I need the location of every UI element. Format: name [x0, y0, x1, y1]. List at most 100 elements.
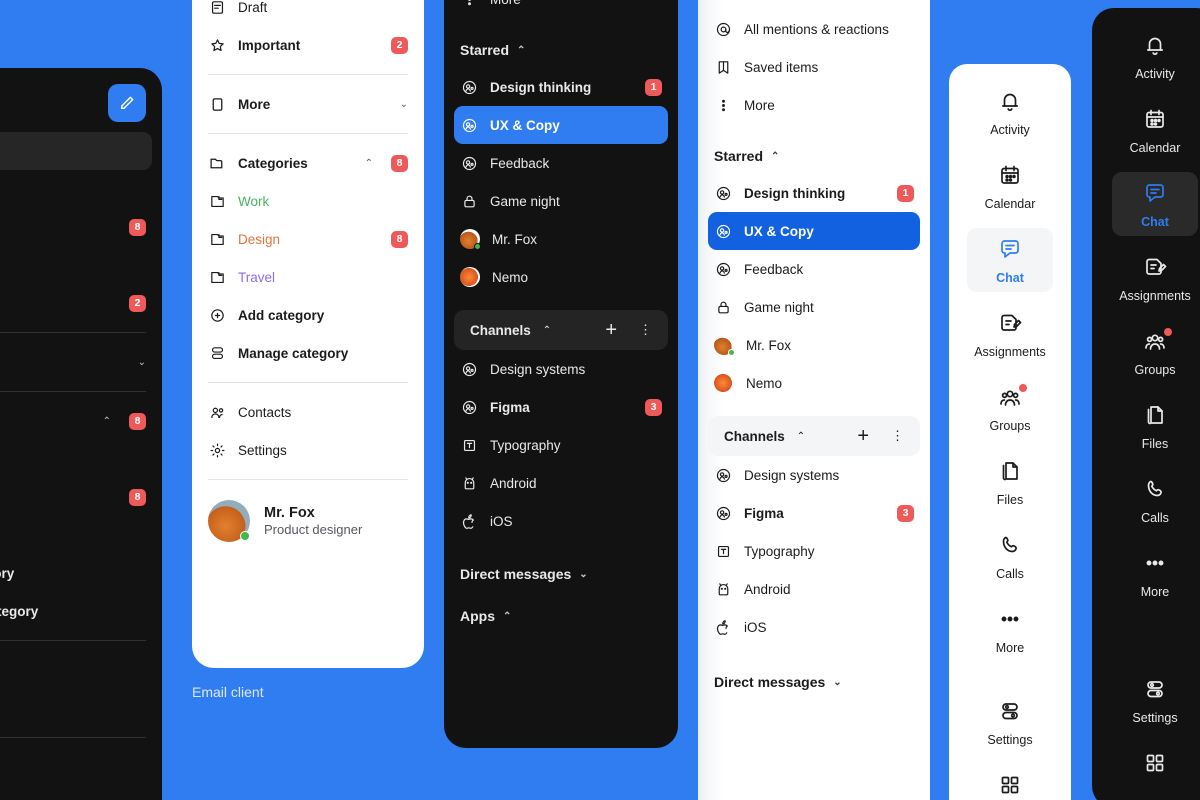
rail-item[interactable]: Calendar: [1112, 98, 1198, 162]
rail-item[interactable]: Chat: [967, 228, 1053, 292]
list-item[interactable]: Contacts: [0, 651, 162, 689]
compose-button[interactable]: [108, 84, 146, 122]
chevron-up-icon[interactable]: ⌃: [365, 158, 373, 169]
list-item[interactable]: UX & Copy: [708, 212, 920, 250]
chat-dark-apps-header[interactable]: Apps ⌃: [444, 598, 678, 634]
chat-dark-starred-header[interactable]: Starred ⌃: [444, 32, 678, 68]
chevron-down-icon[interactable]: ⌄: [833, 677, 841, 688]
rail-item[interactable]: Activity: [967, 80, 1053, 144]
chat-dark-channels-header[interactable]: Channels ⌃ + ⋮: [454, 310, 668, 350]
list-item[interactable]: All DM's: [698, 0, 930, 10]
list-item[interactable]: Important 2: [192, 26, 424, 64]
chevron-up-icon[interactable]: ⌃: [503, 611, 511, 622]
rail-item[interactable]: Files: [1112, 394, 1198, 458]
list-item[interactable]: Design systems: [444, 350, 678, 388]
list-item[interactable]: Design thinking 1: [698, 174, 930, 212]
chevron-up-icon[interactable]: ⌃: [771, 151, 779, 162]
list-item[interactable]: Nemo: [444, 258, 678, 296]
email-light-categories-header[interactable]: Categories ⌃ 8: [192, 144, 424, 182]
list-item[interactable]: Add category: [0, 554, 162, 592]
list-item[interactable]: Design 8: [192, 220, 424, 258]
email-dark-more[interactable]: More ⌄: [0, 343, 162, 381]
more-vertical-icon[interactable]: ⋮: [635, 322, 652, 338]
chat-light-channels-header[interactable]: Channels ⌃ + ⋮: [708, 416, 920, 456]
list-item[interactable]: All mentions & reactions: [698, 10, 930, 48]
list-item[interactable]: Manage category: [0, 592, 162, 630]
chat-light-dm-header[interactable]: Direct messages ⌄: [698, 664, 930, 700]
list-item[interactable]: Work: [0, 440, 162, 478]
chevron-up-icon[interactable]: ⌃: [543, 325, 551, 336]
list-item[interactable]: Feedback: [444, 144, 678, 182]
rail-item[interactable]: Chat: [1112, 172, 1198, 236]
chevron-up-icon[interactable]: ⌃: [797, 431, 805, 442]
list-item[interactable]: Design systems: [698, 456, 930, 494]
add-channel-button[interactable]: +: [599, 320, 623, 340]
chevron-down-icon[interactable]: ⌄: [400, 99, 408, 110]
list-item[interactable]: iOS: [444, 502, 678, 540]
list-item[interactable]: Figma 3: [444, 388, 678, 426]
list-item[interactable]: Typography: [698, 532, 930, 570]
list-item[interactable]: Work: [192, 182, 424, 220]
rail-item[interactable]: [1112, 742, 1198, 792]
list-item[interactable]: Android: [698, 570, 930, 608]
rail-item[interactable]: More: [1112, 542, 1198, 606]
list-item[interactable]: Add category: [192, 296, 424, 334]
list-item[interactable]: Inbox: [0, 132, 152, 170]
add-channel-button[interactable]: +: [851, 426, 875, 446]
rail-item[interactable]: Groups: [1112, 320, 1198, 384]
list-item[interactable]: Game night: [698, 288, 930, 326]
list-item[interactable]: Design 8: [0, 478, 162, 516]
list-item[interactable]: More: [444, 0, 678, 18]
list-item[interactable]: iOS: [698, 608, 930, 646]
chevron-down-icon[interactable]: ⌄: [579, 569, 587, 580]
list-item[interactable]: UX & Copy: [454, 106, 668, 144]
rail-item[interactable]: Calls: [967, 524, 1053, 588]
rail-item[interactable]: Files: [967, 450, 1053, 514]
list-item[interactable]: Important 2: [0, 284, 162, 322]
profile-card[interactable]: Mr. Fox Product designer: [192, 490, 424, 552]
rail-item[interactable]: Settings: [1112, 668, 1198, 732]
list-item[interactable]: Typography: [444, 426, 678, 464]
list-item[interactable]: Draft: [192, 0, 424, 26]
email-dark-profile[interactable]: [0, 748, 162, 800]
rail-item[interactable]: Assignments: [1112, 246, 1198, 310]
list-item[interactable]: Saved items: [698, 48, 930, 86]
chat-light-starred-header[interactable]: Starred ⌃: [698, 138, 930, 174]
list-item[interactable]: Design thinking 1: [444, 68, 678, 106]
list-item[interactable]: Sent: [0, 170, 162, 208]
email-light-more[interactable]: More ⌄: [192, 85, 424, 123]
rail-item[interactable]: Calendar: [967, 154, 1053, 218]
list-item[interactable]: Settings: [192, 431, 424, 469]
list-item[interactable]: Mr. Fox: [698, 326, 930, 364]
list-item[interactable]: Game night: [444, 182, 678, 220]
rail-item[interactable]: Calls: [1112, 468, 1198, 532]
rail-item[interactable]: Groups: [967, 376, 1053, 440]
list-item[interactable]: Travel: [192, 258, 424, 296]
rail-item[interactable]: Activity: [1112, 24, 1198, 88]
chevron-up-icon[interactable]: ⌃: [517, 45, 525, 56]
chevron-up-icon[interactable]: ⌃: [103, 416, 111, 427]
list-item[interactable]: Draft: [0, 246, 162, 284]
chat-dark-dm-header[interactable]: Direct messages ⌄: [444, 556, 678, 592]
rail-item[interactable]: [967, 764, 1053, 800]
list-item[interactable]: More: [698, 86, 930, 124]
list-item[interactable]: Nemo: [698, 364, 930, 402]
chevron-down-icon[interactable]: ⌄: [138, 357, 146, 368]
rail-item[interactable]: Assignments: [967, 302, 1053, 366]
email-dark-categories-header[interactable]: Categories ⌃ 8: [0, 402, 162, 440]
list-item[interactable]: Manage category: [192, 334, 424, 372]
list-item[interactable]: Figma 3: [698, 494, 930, 532]
channel-icon: [460, 360, 478, 378]
list-item[interactable]: Settings: [0, 689, 162, 727]
list-item[interactable]: Android: [444, 464, 678, 502]
list-item[interactable]: Contacts: [192, 393, 424, 431]
more-vertical-icon[interactable]: ⋮: [887, 428, 904, 444]
list-item[interactable]: Mr. Fox: [444, 220, 678, 258]
list-item[interactable]: Travel: [0, 516, 162, 554]
label: Typography: [744, 543, 815, 559]
rail-item[interactable]: More: [967, 598, 1053, 662]
list-item[interactable]: Feedback: [698, 250, 930, 288]
label: Design: [0, 490, 117, 505]
list-item[interactable]: Studies 8: [0, 208, 162, 246]
rail-item[interactable]: Settings: [967, 690, 1053, 754]
